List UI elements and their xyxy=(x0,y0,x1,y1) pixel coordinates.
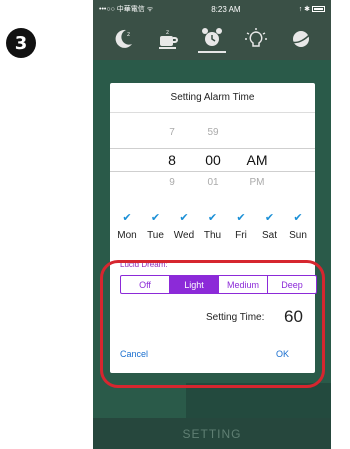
lightbulb-icon[interactable] xyxy=(242,25,270,53)
step-number-badge: 3 xyxy=(6,28,36,58)
battery-icon xyxy=(312,6,325,13)
day-label: Thu xyxy=(203,230,222,241)
moon-icon[interactable]: z xyxy=(109,25,137,53)
globe-icon[interactable] xyxy=(287,25,315,53)
check-icon[interactable]: ✔ xyxy=(293,211,302,225)
minute-selected[interactable]: 00 xyxy=(200,152,226,168)
hour-selected[interactable]: 8 xyxy=(163,152,181,168)
coffee-cup-icon[interactable]: z xyxy=(154,25,182,53)
day-label: Sun xyxy=(289,230,307,241)
svg-text:z: z xyxy=(127,31,130,38)
hour-below: 9 xyxy=(169,177,175,188)
clock-label: 8:23 AM xyxy=(211,4,241,14)
day-thu[interactable]: ✔ Thu xyxy=(200,211,226,241)
check-icon[interactable]: ✔ xyxy=(208,211,217,225)
setting-tab[interactable]: SETTING xyxy=(93,418,331,449)
day-wed[interactable]: ✔ Wed xyxy=(171,211,197,241)
picker-divider-top xyxy=(110,148,315,149)
day-label: Fri xyxy=(235,230,247,241)
dialog-title: Setting Alarm Time xyxy=(110,83,315,113)
minute-above: 59 xyxy=(207,127,219,138)
day-fri[interactable]: ✔ Fri xyxy=(228,211,254,241)
svg-text:z: z xyxy=(166,29,169,36)
check-icon[interactable]: ✔ xyxy=(122,211,131,225)
annotation-highlight xyxy=(100,260,325,388)
hour-above: 7 xyxy=(169,127,175,138)
check-icon[interactable]: ✔ xyxy=(265,211,274,225)
ampm-below: PM xyxy=(249,177,265,188)
day-label: Wed xyxy=(173,230,195,241)
check-icon[interactable]: ✔ xyxy=(151,211,160,225)
day-label: Tue xyxy=(147,230,164,241)
day-label: Sat xyxy=(261,230,277,241)
status-bar: •••○○ 中華電信 ᯤ 8:23 AM ↑ ✱ xyxy=(93,0,331,18)
carrier-label: •••○○ 中華電信 ᯤ xyxy=(99,6,154,13)
day-mon[interactable]: ✔ Mon xyxy=(114,211,140,241)
minute-below: 01 xyxy=(207,177,219,188)
check-icon[interactable]: ✔ xyxy=(236,211,245,225)
weekday-selector: ✔ Mon ✔ Tue ✔ Wed ✔ Thu ✔ Fri ✔ Sat ✔ Su… xyxy=(110,211,315,241)
alarm-clock-icon[interactable] xyxy=(197,25,226,53)
picker-divider-bottom xyxy=(110,171,315,172)
status-right: ↑ ✱ xyxy=(299,5,325,13)
status-icons: ↑ ✱ xyxy=(298,6,311,13)
ampm-selected[interactable]: AM xyxy=(242,152,272,168)
time-picker[interactable]: 7 59 8 00 AM 9 01 PM xyxy=(110,117,315,207)
day-tue[interactable]: ✔ Tue xyxy=(143,211,169,241)
mode-toolbar: z z xyxy=(93,18,331,60)
day-sun[interactable]: ✔ Sun xyxy=(285,211,311,241)
day-label: Mon xyxy=(117,230,137,241)
check-icon[interactable]: ✔ xyxy=(179,211,188,225)
bottom-panel xyxy=(186,383,331,418)
day-sat[interactable]: ✔ Sat xyxy=(257,211,283,241)
